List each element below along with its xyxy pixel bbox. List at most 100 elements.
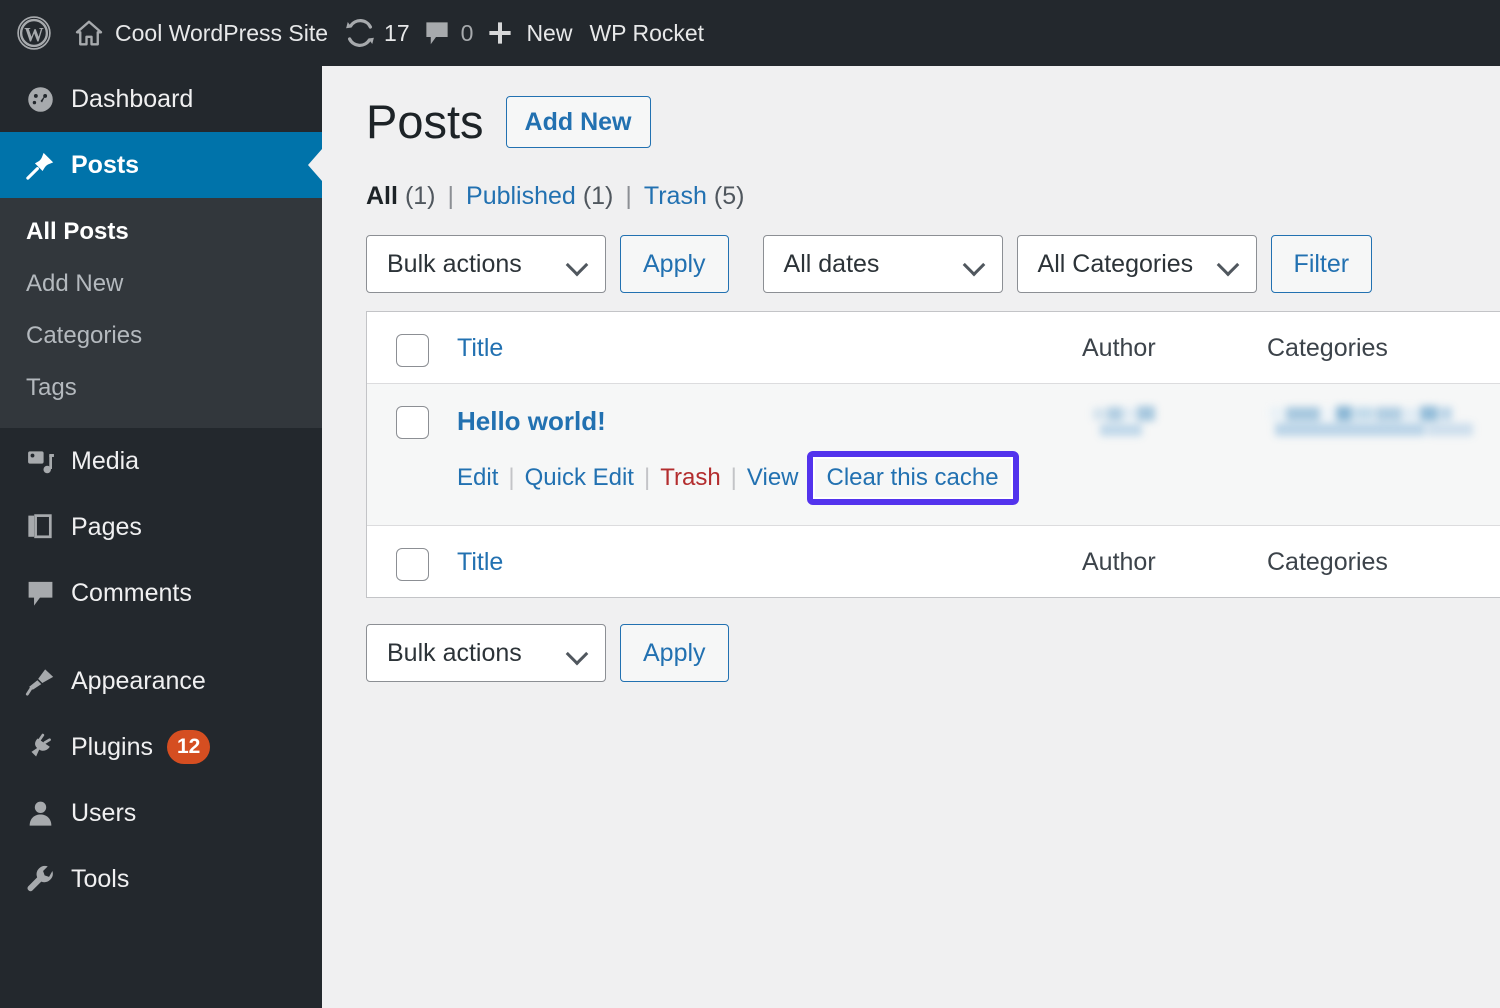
table-row: Hello world! Edit | Quick Edit | Trash |… <box>367 384 1500 526</box>
row-action-clear-this-cache[interactable]: Clear this cache <box>827 464 999 492</box>
updates-count: 17 <box>384 19 410 46</box>
sidebar-item-appearance[interactable]: Appearance <box>0 648 322 714</box>
sidebar-item-dashboard[interactable]: Dashboard <box>0 66 322 132</box>
row-action-quick-edit[interactable]: Quick Edit <box>525 464 634 492</box>
wrench-icon <box>18 864 62 895</box>
comments-icon <box>18 578 62 609</box>
status-link-trash[interactable]: Trash (5) <box>644 182 745 211</box>
categories-filter-select[interactable]: All Categories <box>1016 235 1257 293</box>
redacted-categories <box>1269 406 1474 438</box>
row-action-trash[interactable]: Trash <box>660 464 720 492</box>
row-action-view[interactable]: View <box>747 464 799 492</box>
row-action-separator: | <box>508 464 515 491</box>
main-content: Posts Add New All (1) | Published (1) | Tr… <box>322 66 1500 1008</box>
sidebar-item-pages[interactable]: Pages <box>0 494 322 560</box>
column-header-title[interactable]: Title <box>457 312 1082 383</box>
paintbrush-icon <box>18 666 62 697</box>
dates-filter-value: All dates <box>783 249 880 278</box>
select-all-footer-cell <box>367 526 457 581</box>
sidebar-item-add-new-post[interactable]: Add New <box>0 258 322 310</box>
column-footer-title[interactable]: Title <box>457 526 1082 597</box>
row-action-edit[interactable]: Edit <box>457 464 498 492</box>
sidebar-item-tags[interactable]: Tags <box>0 362 322 414</box>
column-footer-author: Author <box>1082 526 1267 597</box>
row-checkbox[interactable] <box>395 406 429 439</box>
sidebar-item-label-pages: Pages <box>71 512 142 541</box>
plug-icon <box>18 732 62 763</box>
column-footer-title-label: Title <box>457 548 504 576</box>
users-icon <box>18 798 62 829</box>
select-all-checkbox-top[interactable] <box>395 334 429 367</box>
row-title-cell: Hello world! Edit | Quick Edit | Trash |… <box>457 384 1082 525</box>
svg-text:W: W <box>24 25 44 46</box>
row-actions: Edit | Quick Edit | Trash | View Clear t… <box>457 451 1082 505</box>
table-header-row: Title Author Categories <box>367 312 1500 384</box>
chevron-down-icon <box>966 255 984 273</box>
status-link-trash-label: Trash <box>643 182 707 210</box>
wp-logo-menu[interactable]: W <box>0 0 63 66</box>
post-title-link[interactable]: Hello world! <box>457 406 606 437</box>
status-separator-2: | <box>625 182 632 210</box>
sidebar-item-label-users: Users <box>71 798 137 827</box>
comments-menu[interactable]: 0 <box>416 0 480 66</box>
column-header-categories-label: Categories <box>1267 334 1388 362</box>
sidebar-item-users[interactable]: Users <box>0 780 322 846</box>
bulk-actions-value-bottom: Bulk actions <box>387 638 522 667</box>
bulk-actions-select-bottom[interactable]: Bulk actions <box>366 624 606 682</box>
chevron-down-icon <box>1220 255 1238 273</box>
dates-filter-select[interactable]: All dates <box>762 235 1003 293</box>
site-name-label: Cool WordPress Site <box>115 19 329 46</box>
wp-rocket-menu[interactable]: WP Rocket <box>578 0 715 66</box>
status-link-published[interactable]: Published (1) <box>466 182 613 211</box>
column-header-categories: Categories <box>1267 312 1500 383</box>
sidebar-item-label-plugins: Plugins <box>71 732 153 761</box>
site-name-menu[interactable]: Cool WordPress Site <box>63 0 339 66</box>
column-header-author-label: Author <box>1082 334 1156 362</box>
admin-bar: W Cool WordPress Site 17 0 New WP Rocket <box>0 0 1500 66</box>
row-select-cell <box>367 384 457 439</box>
posts-table: Title Author Categories Hello world! Edi… <box>366 311 1500 598</box>
sidebar-item-categories[interactable]: Categories <box>0 310 322 362</box>
row-categories-cell <box>1267 384 1500 459</box>
sidebar-item-label-appearance: Appearance <box>71 666 206 695</box>
status-link-all-count: (1) <box>404 182 436 210</box>
sidebar-item-label-tools: Tools <box>71 864 130 893</box>
apply-button-top[interactable]: Apply <box>620 235 729 293</box>
admin-sidebar: Dashboard Posts All Posts Add New Catego… <box>0 66 322 1008</box>
new-content-menu[interactable]: New <box>479 0 578 66</box>
plugins-update-badge: 12 <box>167 730 211 764</box>
new-label: New <box>526 19 573 46</box>
dashboard-icon <box>18 84 62 115</box>
status-link-trash-count: (5) <box>713 182 745 210</box>
column-footer-author-label: Author <box>1082 548 1156 576</box>
sidebar-divider <box>0 626 322 648</box>
select-all-checkbox-bottom[interactable] <box>395 548 429 581</box>
sidebar-item-all-posts[interactable]: All Posts <box>0 206 322 258</box>
add-new-button[interactable]: Add New <box>505 96 651 148</box>
sidebar-item-media[interactable]: Media <box>0 428 322 494</box>
sidebar-item-label-posts: Posts <box>71 150 140 179</box>
plus-icon <box>485 18 515 48</box>
sidebar-item-tools[interactable]: Tools <box>0 846 322 912</box>
wp-rocket-label: WP Rocket <box>589 19 705 46</box>
current-menu-arrow <box>308 149 322 181</box>
sidebar-item-comments[interactable]: Comments <box>0 560 322 626</box>
sidebar-item-plugins[interactable]: Plugins 12 <box>0 714 322 780</box>
column-header-author: Author <box>1082 312 1267 383</box>
apply-button-bottom[interactable]: Apply <box>620 624 729 682</box>
update-refresh-icon <box>345 18 375 48</box>
filter-button[interactable]: Filter <box>1270 235 1373 293</box>
chevron-down-icon <box>569 255 587 273</box>
updates-menu[interactable]: 17 <box>339 0 416 66</box>
bulk-actions-select-top[interactable]: Bulk actions <box>366 235 606 293</box>
redacted-author <box>1092 406 1156 438</box>
clear-cache-highlight: Clear this cache <box>806 451 1019 505</box>
table-footer-row: Title Author Categories <box>367 526 1500 597</box>
page-title: Posts <box>366 95 484 149</box>
media-icon <box>18 446 62 477</box>
column-footer-categories-label: Categories <box>1267 548 1388 576</box>
status-link-all[interactable]: All (1) <box>366 182 436 211</box>
home-icon <box>74 18 104 48</box>
comment-bubble-icon <box>422 18 452 48</box>
sidebar-item-posts[interactable]: Posts <box>0 132 322 198</box>
